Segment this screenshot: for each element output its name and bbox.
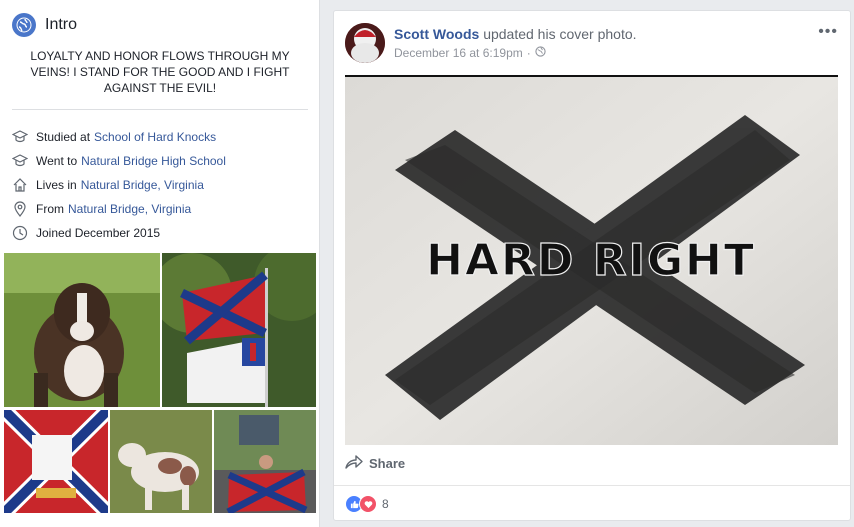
info-prefix: Went to bbox=[36, 154, 78, 168]
globe-icon bbox=[12, 13, 36, 37]
joined-text: Joined December 2015 bbox=[36, 226, 161, 240]
post-header: Scott Woods updated his cover photo. bbox=[394, 26, 637, 42]
bio-text: LOYALTY AND HONOR FLOWS THROUGH MY VEINS… bbox=[30, 49, 290, 95]
photo-flag-banner[interactable] bbox=[4, 410, 108, 513]
home-icon bbox=[12, 177, 28, 193]
share-label: Share bbox=[369, 456, 406, 471]
author-name[interactable]: Scott Woods bbox=[394, 26, 479, 42]
info-prefix: From bbox=[36, 202, 64, 216]
more-options-button[interactable]: ••• bbox=[818, 23, 838, 41]
school-link[interactable]: School of Hard Knocks bbox=[94, 130, 216, 144]
cover-photo[interactable]: HARD RIGHT bbox=[345, 75, 838, 445]
reactions-summary[interactable]: 8 bbox=[345, 495, 389, 513]
intro-title: Intro bbox=[45, 16, 78, 33]
current-city-link[interactable]: Natural Bridge, Virginia bbox=[81, 178, 204, 192]
info-row-education: Studied at School of Hard Knocks bbox=[12, 125, 312, 149]
photo-flags-pole[interactable] bbox=[162, 253, 316, 407]
hometown-link[interactable]: Natural Bridge, Virginia bbox=[68, 202, 191, 216]
love-reaction-icon bbox=[359, 495, 377, 513]
graduation-cap-icon bbox=[12, 153, 28, 169]
info-row-joined: Joined December 2015 bbox=[12, 221, 312, 245]
info-row-lives-in: Lives in Natural Bridge, Virginia bbox=[12, 173, 312, 197]
high-school-link[interactable]: Natural Bridge High School bbox=[81, 154, 226, 168]
info-prefix: Studied at bbox=[36, 130, 91, 144]
info-prefix: Lives in bbox=[36, 178, 77, 192]
graduation-cap-icon bbox=[12, 129, 28, 145]
divider bbox=[334, 485, 850, 486]
avatar[interactable] bbox=[345, 23, 385, 63]
info-row-high-school: Went to Natural Bridge High School bbox=[12, 149, 312, 173]
post-card: Scott Woods updated his cover photo. Dec… bbox=[333, 10, 851, 521]
photo-dog-white[interactable] bbox=[110, 410, 212, 513]
post-meta: December 16 at 6:19pm · bbox=[394, 46, 546, 60]
info-row-from: From Natural Bridge, Virginia bbox=[12, 197, 312, 221]
meta-separator: · bbox=[526, 46, 531, 60]
timestamp[interactable]: December 16 at 6:19pm bbox=[394, 46, 523, 60]
share-button[interactable]: Share bbox=[345, 455, 405, 472]
intro-info-list: Studied at School of Hard Knocks Went to… bbox=[12, 125, 312, 245]
intro-card: Intro LOYALTY AND HONOR FLOWS THROUGH MY… bbox=[0, 0, 320, 527]
location-pin-icon bbox=[12, 201, 28, 217]
globe-icon[interactable] bbox=[535, 46, 546, 60]
photo-grid bbox=[4, 253, 316, 513]
share-icon bbox=[345, 455, 363, 472]
photo-dog-brindle[interactable] bbox=[4, 253, 160, 407]
photo-man-flag[interactable] bbox=[214, 410, 316, 513]
reaction-count: 8 bbox=[382, 497, 389, 511]
divider bbox=[12, 109, 308, 110]
intro-header: Intro bbox=[12, 12, 77, 38]
post-action: updated his cover photo. bbox=[483, 26, 637, 42]
clock-icon bbox=[12, 225, 28, 241]
cover-text: HARD RIGHT bbox=[426, 235, 756, 286]
